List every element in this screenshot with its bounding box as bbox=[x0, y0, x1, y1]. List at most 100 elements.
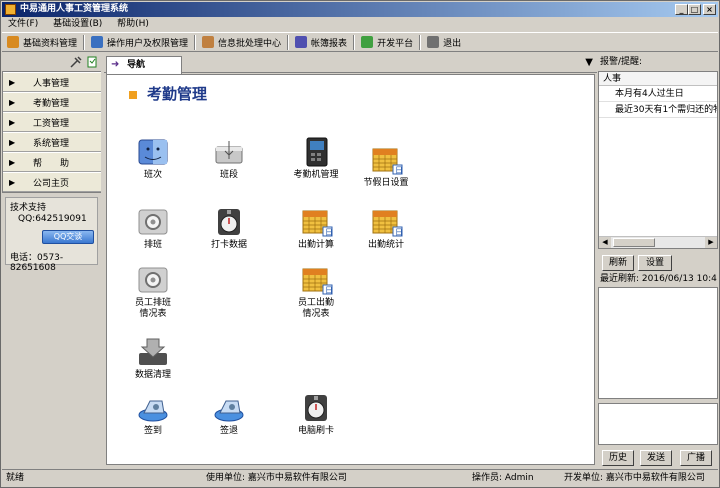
tile-11[interactable]: 签到 bbox=[118, 393, 188, 437]
calendar-icon: 日 bbox=[369, 207, 403, 237]
tile-3[interactable]: 日节假日设置 bbox=[351, 145, 421, 189]
tile-1[interactable]: 班段 bbox=[194, 137, 264, 181]
alert-row[interactable]: 最近30天有1个需归还的物 bbox=[599, 102, 717, 118]
minimize-button[interactable]: _ bbox=[675, 4, 688, 15]
scroll-left-icon[interactable]: ◀ bbox=[599, 237, 611, 248]
toolbar-button-1[interactable]: 操作用户及权限管理 bbox=[86, 33, 193, 51]
tile-9[interactable]: 日员工出勤 情况表 bbox=[281, 265, 351, 320]
app-window: 中易通用人事工资管理系统 _ □ × 文件(F) 基础设置(B) 帮助(H) 基… bbox=[0, 0, 720, 488]
toolbar-button-0[interactable]: 基础资料管理 bbox=[2, 33, 82, 51]
menu-file[interactable]: 文件(F) bbox=[2, 17, 44, 32]
finder-icon bbox=[136, 137, 170, 167]
menu-basic-settings[interactable]: 基础设置(B) bbox=[47, 17, 108, 32]
input-box[interactable] bbox=[598, 403, 718, 445]
download-tray-icon bbox=[136, 337, 170, 367]
exit-icon bbox=[427, 36, 440, 48]
support-title: 技术支持 bbox=[10, 203, 47, 213]
scroll-thumb[interactable] bbox=[613, 238, 655, 247]
stopwatch-icon bbox=[299, 393, 333, 423]
arrow-right-icon: ▶ bbox=[9, 97, 16, 107]
tile-label: 签退 bbox=[219, 426, 238, 436]
settings-button[interactable]: 设置 bbox=[638, 255, 672, 271]
alert-list-header[interactable]: 人事 bbox=[599, 72, 717, 86]
tools-icon[interactable] bbox=[70, 56, 82, 68]
sidebar-item-0[interactable]: ▶ 人事管理 bbox=[3, 72, 101, 92]
svg-text:日: 日 bbox=[395, 166, 403, 175]
pencil-icon bbox=[361, 36, 374, 48]
tile-4[interactable]: 排班 bbox=[118, 207, 188, 251]
broadcast-button[interactable]: 广播 bbox=[680, 450, 712, 466]
tab-dropdown-icon[interactable]: ▼ bbox=[585, 57, 593, 68]
arrow-right-icon: ▶ bbox=[9, 177, 16, 187]
send-button[interactable]: 发送 bbox=[640, 450, 672, 466]
gear-icon bbox=[136, 265, 170, 295]
sidebar-item-5[interactable]: ▶ 公司主页 bbox=[3, 172, 101, 192]
title-bar: 中易通用人事工资管理系统 _ □ × bbox=[2, 2, 718, 17]
tile-label: 节假日设置 bbox=[363, 178, 409, 188]
arrow-right-icon: ▶ bbox=[9, 157, 16, 167]
window-title: 中易通用人事工资管理系统 bbox=[20, 4, 129, 14]
tile-label: 打卡数据 bbox=[210, 240, 247, 250]
toolbar-button-3[interactable]: 帐簿报表 bbox=[290, 33, 352, 51]
close-button[interactable]: × bbox=[703, 4, 716, 15]
speaker-icon bbox=[212, 393, 246, 423]
svg-text:日: 日 bbox=[325, 286, 333, 295]
tile-label: 签到 bbox=[143, 426, 162, 436]
tile-7[interactable]: 日出勤统计 bbox=[351, 207, 421, 251]
tile-0[interactable]: 班次 bbox=[118, 137, 188, 181]
document-icon bbox=[202, 36, 215, 48]
alert-list: 人事 本月有4人过生日 最近30天有1个需归还的物 ◀ ▶ bbox=[598, 71, 718, 249]
tile-10[interactable]: 数据清理 bbox=[118, 337, 188, 381]
tile-label: 班次 bbox=[143, 170, 162, 180]
sidebar-item-label: 工资管理 bbox=[33, 118, 70, 129]
sidebar-item-1[interactable]: ▶ 考勤管理 bbox=[3, 92, 101, 112]
toolbar-separator bbox=[287, 34, 290, 50]
toolbar-button-4[interactable]: 开发平台 bbox=[356, 33, 418, 51]
tile-label: 数据清理 bbox=[134, 370, 171, 380]
message-box[interactable] bbox=[598, 287, 718, 399]
tile-label: 员工出勤 情况表 bbox=[297, 298, 334, 319]
toolbar-button-2[interactable]: 信息批处理中心 bbox=[197, 33, 286, 51]
chart-icon bbox=[295, 36, 308, 48]
tile-2[interactable]: 考勤机管理 bbox=[281, 137, 351, 181]
tile-6[interactable]: 日出勤计算 bbox=[281, 207, 351, 251]
horizontal-scrollbar[interactable]: ◀ ▶ bbox=[599, 236, 717, 248]
user-group-icon bbox=[7, 36, 19, 48]
sidebar-item-label: 公司主页 bbox=[33, 178, 70, 189]
toolbar: 基础资料管理 操作用户及权限管理 信息批处理中心 帐簿报表 开发平台 退出 bbox=[2, 32, 718, 52]
sidebar: ▶ 人事管理 ▶ 考勤管理 ▶ 工资管理 ▶ 系统管理 ▶ 帮 助 ▶ 公司主页 技术支持 QQ:64… bbox=[2, 53, 101, 467]
document-green-icon[interactable] bbox=[86, 56, 98, 68]
svg-text:日: 日 bbox=[325, 228, 333, 237]
status-user-unit: 使用单位: 嘉兴市中易软件有限公司 bbox=[206, 473, 347, 483]
scroll-right-icon[interactable]: ▶ bbox=[705, 237, 717, 248]
history-button[interactable]: 历史 bbox=[602, 450, 634, 466]
tab-navigation[interactable]: ➜ 导航 bbox=[106, 56, 182, 74]
tile-8[interactable]: 员工排班 情况表 bbox=[118, 265, 188, 320]
status-operator: 操作员: Admin bbox=[472, 473, 534, 483]
menu-help[interactable]: 帮助(H) bbox=[111, 17, 155, 32]
sidebar-item-3[interactable]: ▶ 系统管理 bbox=[3, 132, 101, 152]
arrow-right-icon: ▶ bbox=[9, 137, 16, 147]
speaker-icon bbox=[136, 393, 170, 423]
tile-5[interactable]: 打卡数据 bbox=[194, 207, 264, 251]
toolbar-button-5[interactable]: 退出 bbox=[422, 33, 466, 51]
toolbar-label: 操作用户及权限管理 bbox=[107, 38, 189, 49]
alert-row[interactable]: 本月有4人过生日 bbox=[599, 86, 717, 102]
last-refresh-text: 最近刷新: 2016/06/13 10:4 bbox=[600, 274, 717, 284]
users-key-icon bbox=[91, 36, 104, 48]
sidebar-item-label: 考勤管理 bbox=[33, 98, 70, 109]
arrow-right-icon: ➜ bbox=[111, 59, 120, 70]
refresh-button[interactable]: 刷新 bbox=[602, 255, 634, 271]
tile-12[interactable]: 签退 bbox=[194, 393, 264, 437]
tile-label: 员工排班 情况表 bbox=[134, 298, 171, 319]
tab-bar: ➜ 导航 ▼ bbox=[104, 53, 597, 74]
tile-13[interactable]: 电脑刷卡 bbox=[281, 393, 351, 437]
qq-chat-button[interactable]: QQ交谈 bbox=[42, 230, 94, 244]
sidebar-item-4[interactable]: ▶ 帮 助 bbox=[3, 152, 101, 172]
tile-label: 考勤机管理 bbox=[293, 170, 339, 180]
sidebar-item-2[interactable]: ▶ 工资管理 bbox=[3, 112, 101, 132]
sidebar-item-label: 人事管理 bbox=[33, 78, 70, 89]
navigation-panel: 考勤管理 班次 班段 考勤机管理日节假日设置 排班 打卡数据日出勤计算日出勤统计 员工排班… bbox=[106, 74, 595, 465]
tile-label: 出勤统计 bbox=[367, 240, 404, 250]
maximize-button[interactable]: □ bbox=[688, 4, 701, 15]
